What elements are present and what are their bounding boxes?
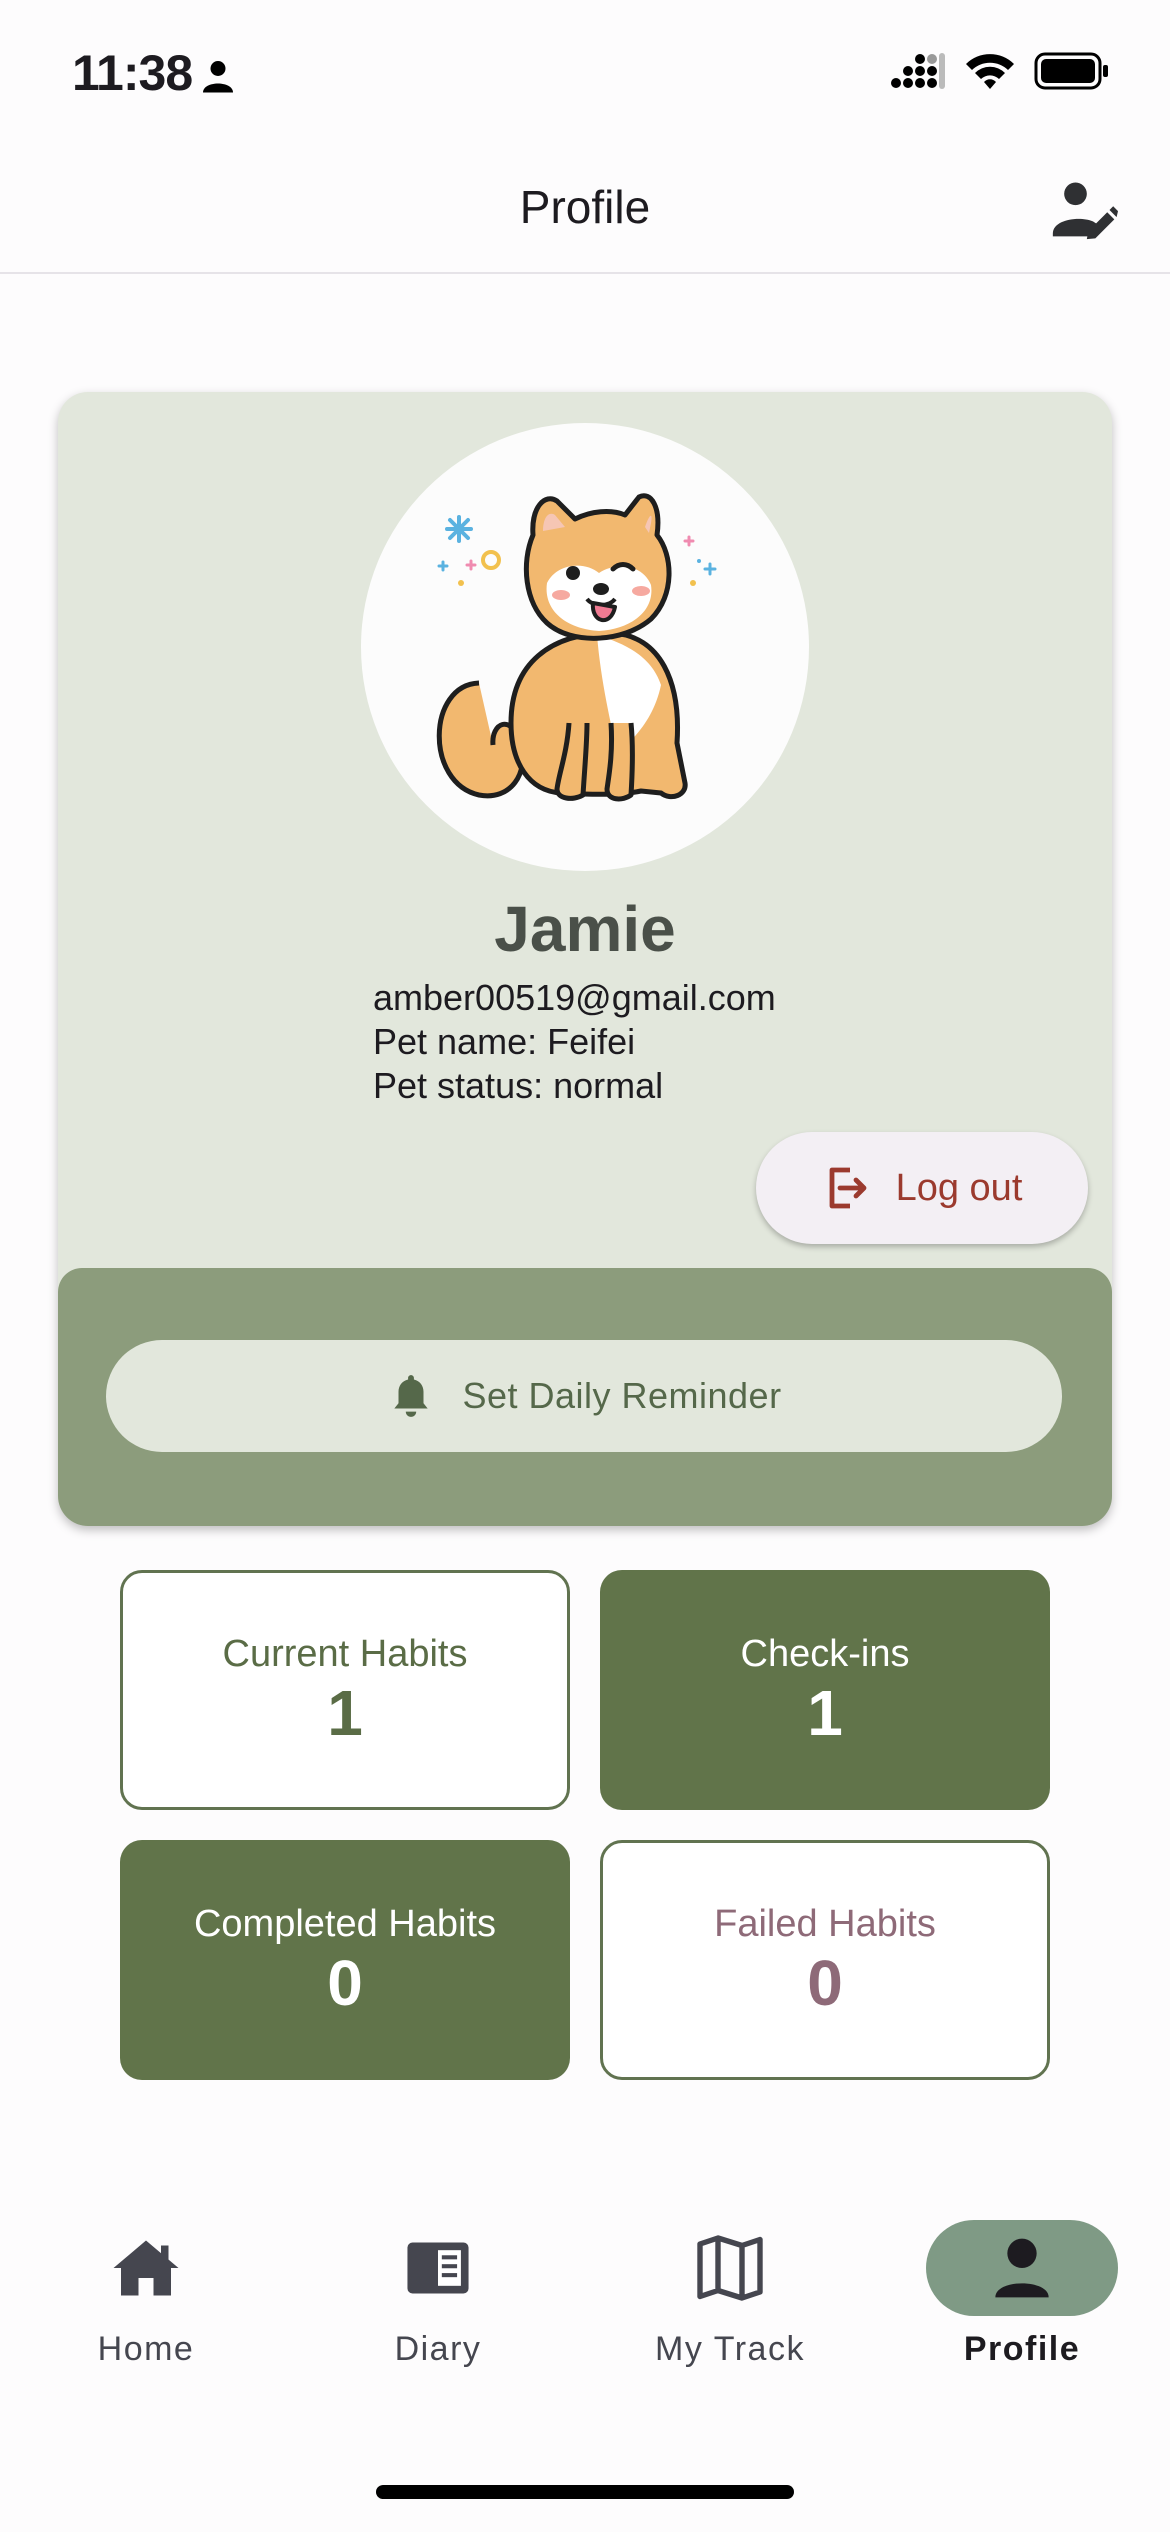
home-indicator[interactable] [376, 2485, 794, 2499]
reminder-panel: Set Daily Reminder [58, 1268, 1112, 1526]
pet-status: Pet status: normal [373, 1065, 664, 1106]
stat-failed-habits[interactable]: Failed Habits 0 [600, 1840, 1050, 2080]
stat-label: Failed Habits [714, 1903, 936, 1945]
stat-value: 1 [807, 1677, 843, 1749]
stat-value: 0 [807, 1947, 843, 2019]
nav-profile[interactable]: Profile [876, 2200, 1168, 2400]
home-icon [113, 2240, 179, 2296]
stat-completed-habits[interactable]: Completed Habits 0 [120, 1840, 570, 2080]
nav-home[interactable]: Home [0, 2200, 292, 2400]
stat-label: Current Habits [222, 1633, 468, 1675]
map-icon [697, 2235, 763, 2301]
nav-diary[interactable]: Diary [292, 2200, 584, 2400]
status-time: 11:38 [72, 45, 193, 101]
profile-card: Jamie amber00519@gmail.com Pet name: Fei… [58, 392, 1112, 1526]
wifi-icon [966, 54, 1014, 89]
edit-profile-icon [1052, 182, 1118, 240]
nav-label: Home [97, 2330, 195, 2368]
nav-my-track[interactable]: My Track [584, 2200, 876, 2400]
user-name: Jamie [494, 893, 676, 965]
status-indicators [890, 52, 1110, 90]
person-status-icon [203, 61, 233, 93]
logout-icon [829, 1167, 866, 1209]
stat-value: 1 [327, 1677, 363, 1749]
user-email: amber00519@gmail.com [373, 977, 776, 1018]
diary-icon [407, 2242, 469, 2294]
status-bar: 11:38 [0, 0, 1170, 140]
logout-label: Log out [895, 1166, 1023, 1209]
nav-label: Profile [963, 2330, 1081, 2368]
pet-avatar [361, 423, 809, 871]
cellular-signal-icon [891, 53, 945, 89]
stat-current-habits[interactable]: Current Habits 1 [120, 1570, 570, 1810]
stat-check-ins[interactable]: Check-ins 1 [600, 1570, 1050, 1810]
person-icon [995, 2238, 1049, 2298]
edit-profile-button[interactable] [1046, 170, 1122, 246]
stat-label: Completed Habits [193, 1903, 497, 1945]
nav-pill [342, 2220, 534, 2316]
nav-label: Diary [394, 2330, 482, 2368]
sparkle-decoration [445, 515, 473, 543]
bell-icon [394, 1375, 429, 1417]
app-bar: Profile [0, 140, 1170, 274]
profile-info: amber00519@gmail.com Pet name: Feifei Pe… [373, 976, 776, 1108]
reminder-label: Set Daily Reminder [462, 1375, 782, 1416]
nav-label: My Track [655, 2330, 805, 2368]
pet-name: Pet name: Feifei [373, 1021, 636, 1062]
nav-pill-active [926, 2220, 1118, 2316]
set-daily-reminder-button[interactable]: Set Daily Reminder [106, 1340, 1062, 1452]
logout-button[interactable]: Log out [756, 1132, 1088, 1244]
shiba-dog-illustration [436, 493, 717, 802]
bottom-navigation: Home Diary My Track Profile [0, 2200, 1170, 2400]
battery-icon [1034, 52, 1108, 90]
nav-pill [50, 2220, 242, 2316]
stat-label: Check-ins [740, 1633, 910, 1675]
page-title: Profile [519, 181, 651, 233]
nav-pill [634, 2220, 826, 2316]
stat-value: 0 [327, 1947, 363, 2019]
